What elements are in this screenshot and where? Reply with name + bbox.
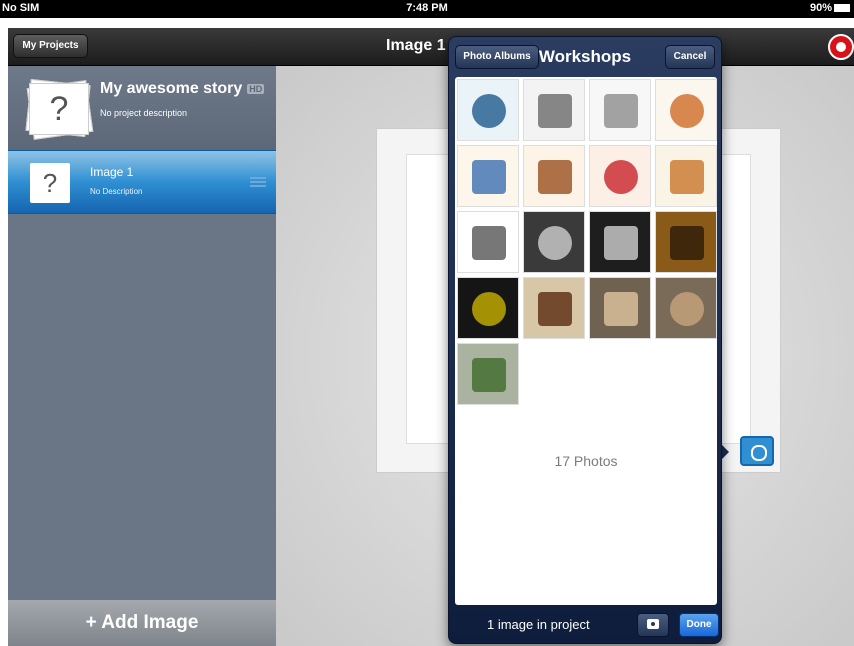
project-image-count: 1 image in project: [487, 617, 590, 632]
clock-label: 7:48 PM: [406, 2, 448, 14]
drag-handle-icon[interactable]: [250, 177, 266, 187]
photo-content: [670, 226, 704, 260]
nav-bar: My Projects Image 1: [8, 28, 854, 66]
photo-content: [604, 292, 638, 326]
photo-thumbnail-shadow-walk-photo[interactable]: [655, 211, 717, 273]
photo-content: [670, 292, 704, 326]
project-title-text: My awesome story: [100, 80, 243, 97]
photo-thumbnail-cat-drawing[interactable]: [589, 79, 651, 141]
photo-content: [604, 226, 638, 260]
photo-thumbnail-fox-cartoon[interactable]: [655, 145, 717, 207]
photo-picker-popover: Photo Albums Workshops Cancel 17 Photos …: [448, 36, 722, 644]
photo-content: [472, 226, 506, 260]
photo-thumbnail-suit-figure[interactable]: [523, 145, 585, 207]
photo-grid-area: 17 Photos: [455, 77, 717, 605]
photo-thumbnail-pointing-hand-photo[interactable]: [589, 211, 651, 273]
hd-badge: HD: [247, 83, 265, 94]
status-bar: No SIM 7:48 PM 90%: [0, 0, 854, 18]
camera-button[interactable]: [637, 613, 669, 637]
project-thumbnail: ?: [24, 74, 94, 140]
photo-content: [670, 160, 704, 194]
done-button[interactable]: Done: [679, 613, 719, 637]
photo-thumbnail-cat-eye-photo[interactable]: [457, 277, 519, 339]
photo-content: [472, 358, 506, 392]
photo-grid: [457, 79, 717, 405]
photo-thumbnail-wolf-drawing[interactable]: [523, 79, 585, 141]
photo-content: [604, 160, 638, 194]
photo-thumbnail-boy-tree-photo[interactable]: [457, 343, 519, 405]
camera-icon[interactable]: [740, 436, 774, 466]
photo-content: [538, 160, 572, 194]
photo-content: [538, 226, 572, 260]
photo-thumbnail-robin-drawing[interactable]: [655, 79, 717, 141]
page-title: Image 1: [386, 37, 446, 54]
sidebar-item-title: Image 1: [90, 165, 134, 179]
photo-content: [472, 292, 506, 326]
photo-thumbnail-boys-phone-photo[interactable]: [589, 277, 651, 339]
photo-content: [538, 94, 572, 128]
sidebar-item-image-1[interactable]: ? Image 1 No Description: [8, 150, 276, 214]
photo-count: 17 Photos: [554, 453, 618, 469]
battery-indicator: 90%: [810, 2, 850, 14]
project-description: No project description: [100, 108, 188, 118]
project-header[interactable]: ? My awesome story HD No project descript…: [8, 66, 276, 150]
photo-thumbnail-mountie-drawing[interactable]: [589, 145, 651, 207]
record-button[interactable]: [828, 34, 854, 60]
photo-thumbnail-heron-drawing[interactable]: [457, 79, 519, 141]
photo-content: [472, 94, 506, 128]
sidebar: ? My awesome story HD No project descript…: [8, 66, 276, 646]
battery-percent: 90%: [809, 2, 832, 14]
photo-thumbnail-lightning-photo[interactable]: [523, 211, 585, 273]
project-title: My awesome story HD: [100, 80, 265, 98]
photo-thumbnail-boy-drawing[interactable]: [457, 145, 519, 207]
photo-content: [604, 94, 638, 128]
battery-icon: [834, 4, 850, 12]
cancel-button[interactable]: Cancel: [665, 45, 715, 69]
photo-content: [538, 292, 572, 326]
photo-content: [472, 160, 506, 194]
question-mark-icon: ?: [49, 90, 69, 128]
photo-thumbnail-tree-sketch[interactable]: [457, 211, 519, 273]
sidebar-item-description: No Description: [90, 187, 143, 196]
question-mark-icon: ?: [30, 163, 70, 203]
photo-thumbnail-walking-figure-photo[interactable]: [523, 277, 585, 339]
photo-content: [670, 94, 704, 128]
add-image-button[interactable]: + Add Image: [8, 600, 276, 646]
photo-thumbnail-boys-back-photo[interactable]: [655, 277, 717, 339]
my-projects-button[interactable]: My Projects: [13, 34, 88, 58]
